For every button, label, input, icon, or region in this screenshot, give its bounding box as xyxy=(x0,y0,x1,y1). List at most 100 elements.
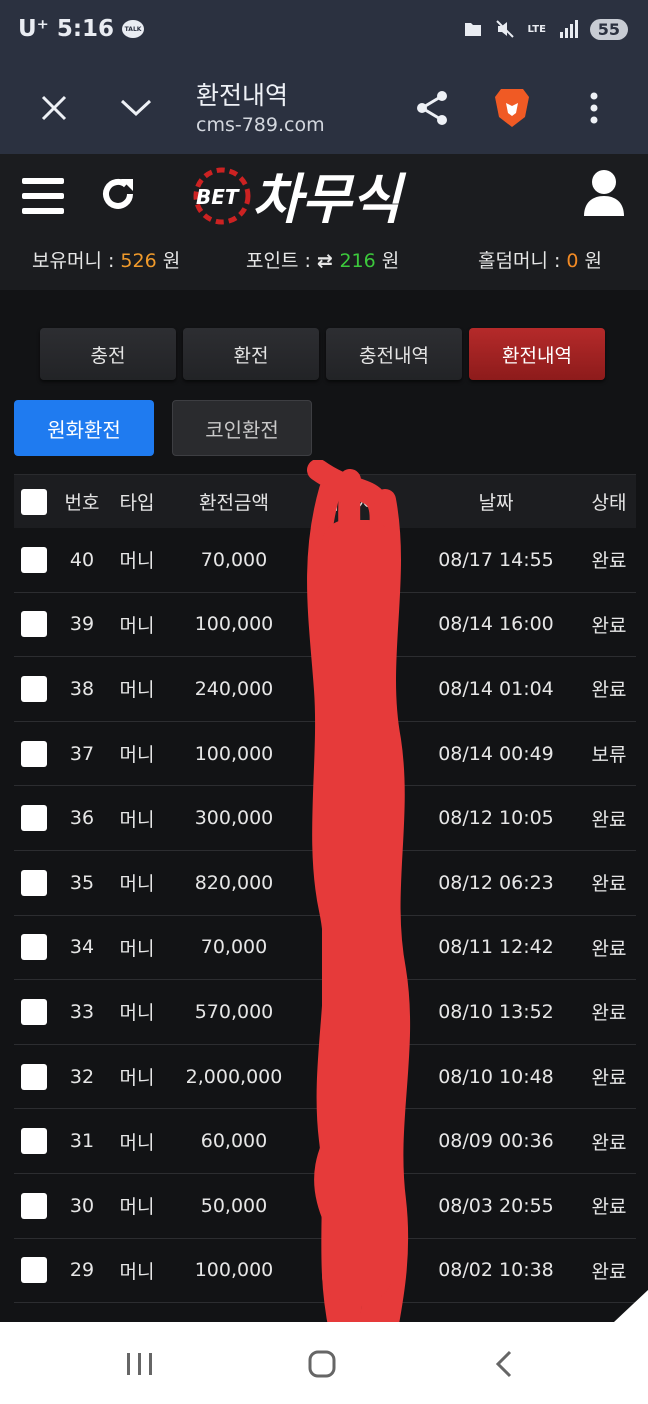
cell-amount: 240,000 xyxy=(194,677,274,700)
clock: 5:16 xyxy=(56,16,115,42)
row-checkbox[interactable] xyxy=(21,1063,47,1090)
holdem-money-value: 0 xyxy=(566,250,579,272)
cell-type: 머니 xyxy=(119,873,155,896)
main-tabs: 충전 환전 충전내역 환전내역 xyxy=(40,328,605,380)
table-row[interactable]: 40 머니 70,000 08/17 14:55 완료 xyxy=(14,528,636,593)
header-date: 날짜 xyxy=(478,492,514,514)
cell-amount: 300,000 xyxy=(194,807,274,830)
status-bar: U⁺ 5:16 TALK LTE 55 xyxy=(0,0,648,62)
cell-amount: 100,000 xyxy=(194,742,274,765)
row-checkbox[interactable] xyxy=(21,1257,47,1284)
collapse-button[interactable] xyxy=(110,82,162,134)
table-row[interactable]: 36 머니 300,000 08/12 10:05 완료 xyxy=(14,786,636,851)
user-icon[interactable] xyxy=(582,168,626,218)
table-row[interactable]: 37 머니 100,000 08/14 00:49 보류 xyxy=(14,722,636,787)
points-label: 포인트 : xyxy=(246,250,317,272)
cell-state: 완료 xyxy=(591,679,627,702)
withdraw-history-table: 번호 타입 환전금액 입금자명 날짜 상태 40 머니 70,000 08/17 14… xyxy=(14,474,636,1368)
cell-amount: 100,000 xyxy=(194,613,274,636)
cell-type: 머니 xyxy=(119,744,155,767)
close-tab-button[interactable] xyxy=(28,82,80,134)
cell-no: 34 xyxy=(69,936,95,959)
row-checkbox[interactable] xyxy=(21,805,47,832)
row-checkbox[interactable] xyxy=(21,998,47,1025)
cell-state: 완료 xyxy=(591,1002,627,1025)
tab-withdraw-history[interactable]: 환전내역 xyxy=(469,328,605,380)
tab-withdraw[interactable]: 환전 xyxy=(183,328,319,380)
cell-type: 머니 xyxy=(119,1067,155,1090)
row-checkbox[interactable] xyxy=(21,869,47,896)
cell-amount: 820,000 xyxy=(194,871,274,894)
holdem-money-label: 홀덤머니 : xyxy=(478,250,567,272)
cell-state: 완료 xyxy=(591,937,627,960)
coin-withdraw-button[interactable]: 코인환전 xyxy=(172,400,312,456)
holding-money-value: 526 xyxy=(120,250,157,272)
table-row[interactable]: 30 머니 50,000 08/03 20:55 완료 xyxy=(14,1174,636,1239)
table-row[interactable]: 39 머니 100,000 08/14 16:00 완료 xyxy=(14,593,636,658)
cell-state: 보류 xyxy=(591,744,627,767)
table-row[interactable]: 33 머니 570,000 08/10 13:52 완료 xyxy=(14,980,636,1045)
cell-date: 08/10 10:48 xyxy=(438,1065,554,1088)
holding-money: 보유머니 : 526 원 xyxy=(32,246,180,273)
cell-date: 08/12 10:05 xyxy=(438,807,554,830)
more-menu-button[interactable] xyxy=(568,82,620,134)
home-button[interactable] xyxy=(292,1344,352,1384)
table-row[interactable]: 31 머니 60,000 08/09 00:36 완료 xyxy=(14,1109,636,1174)
table-row[interactable]: 35 머니 820,000 08/12 06:23 완료 xyxy=(14,851,636,916)
brave-lion-icon xyxy=(495,89,529,127)
battery-indicator: 55 xyxy=(589,18,628,40)
cell-no: 35 xyxy=(69,871,95,894)
chevron-down-icon xyxy=(120,99,152,117)
refresh-button[interactable] xyxy=(96,172,140,216)
exchange-arrows-icon[interactable]: ⇄ xyxy=(317,250,340,272)
cell-date: 08/17 14:55 xyxy=(438,548,554,571)
row-checkbox[interactable] xyxy=(21,1192,47,1219)
tab-deposit-history[interactable]: 충전내역 xyxy=(326,328,462,380)
points: 포인트 : ⇄ 216 원 xyxy=(246,246,399,273)
carrier-label: U⁺ xyxy=(18,16,49,42)
sub-tabs: 원화환전 코인환전 xyxy=(14,400,312,456)
cell-no: 30 xyxy=(69,1194,95,1217)
cell-type: 머니 xyxy=(119,550,155,573)
row-checkbox[interactable] xyxy=(21,611,47,638)
close-icon xyxy=(41,95,67,121)
row-checkbox[interactable] xyxy=(21,740,47,767)
table-row[interactable]: 29 머니 100,000 08/02 10:38 완료 xyxy=(14,1239,636,1304)
back-button[interactable] xyxy=(474,1344,534,1384)
cell-type: 머니 xyxy=(119,614,155,637)
table-row[interactable]: 34 머니 70,000 08/11 12:42 완료 xyxy=(14,916,636,981)
cell-date: 08/11 12:42 xyxy=(438,936,554,959)
site-logo[interactable]: BET 차무식 xyxy=(190,160,450,234)
refresh-icon xyxy=(103,178,133,209)
share-button[interactable] xyxy=(406,82,458,134)
table-row[interactable]: 32 머니 2,000,000 08/10 10:48 완료 xyxy=(14,1045,636,1110)
site-header: BET 차무식 보유머니 : 526 원 포인트 : ⇄ 216 원 홀덤머니 … xyxy=(0,154,648,290)
cell-type: 머니 xyxy=(119,1002,155,1025)
krw-withdraw-button[interactable]: 원화환전 xyxy=(14,400,154,456)
cell-no: 31 xyxy=(69,1130,95,1153)
cell-state: 완료 xyxy=(591,1067,627,1090)
cell-no: 38 xyxy=(69,677,95,700)
recent-apps-button[interactable] xyxy=(110,1344,170,1384)
hamburger-menu-icon[interactable] xyxy=(22,178,64,214)
select-all-checkbox[interactable] xyxy=(21,488,47,515)
brave-shields-button[interactable] xyxy=(486,82,538,134)
share-icon xyxy=(417,91,447,125)
cell-state: 완료 xyxy=(591,550,627,573)
points-value: 216 xyxy=(339,250,376,272)
cell-state: 완료 xyxy=(591,1260,627,1283)
folder-lock-icon xyxy=(462,18,484,40)
cell-type: 머니 xyxy=(119,808,155,831)
tab-deposit[interactable]: 충전 xyxy=(40,328,176,380)
cell-type: 머니 xyxy=(119,937,155,960)
cell-type: 머니 xyxy=(119,1131,155,1154)
row-checkbox[interactable] xyxy=(21,546,47,573)
url-text[interactable]: cms-789.com xyxy=(196,114,325,136)
table-row[interactable]: 38 머니 240,000 08/14 01:04 완료 xyxy=(14,657,636,722)
row-checkbox[interactable] xyxy=(21,934,47,961)
row-checkbox[interactable] xyxy=(21,1128,47,1155)
status-right: LTE 55 xyxy=(462,18,628,40)
cell-no: 33 xyxy=(69,1000,95,1023)
row-checkbox[interactable] xyxy=(21,675,47,702)
android-nav-bar xyxy=(0,1322,648,1404)
